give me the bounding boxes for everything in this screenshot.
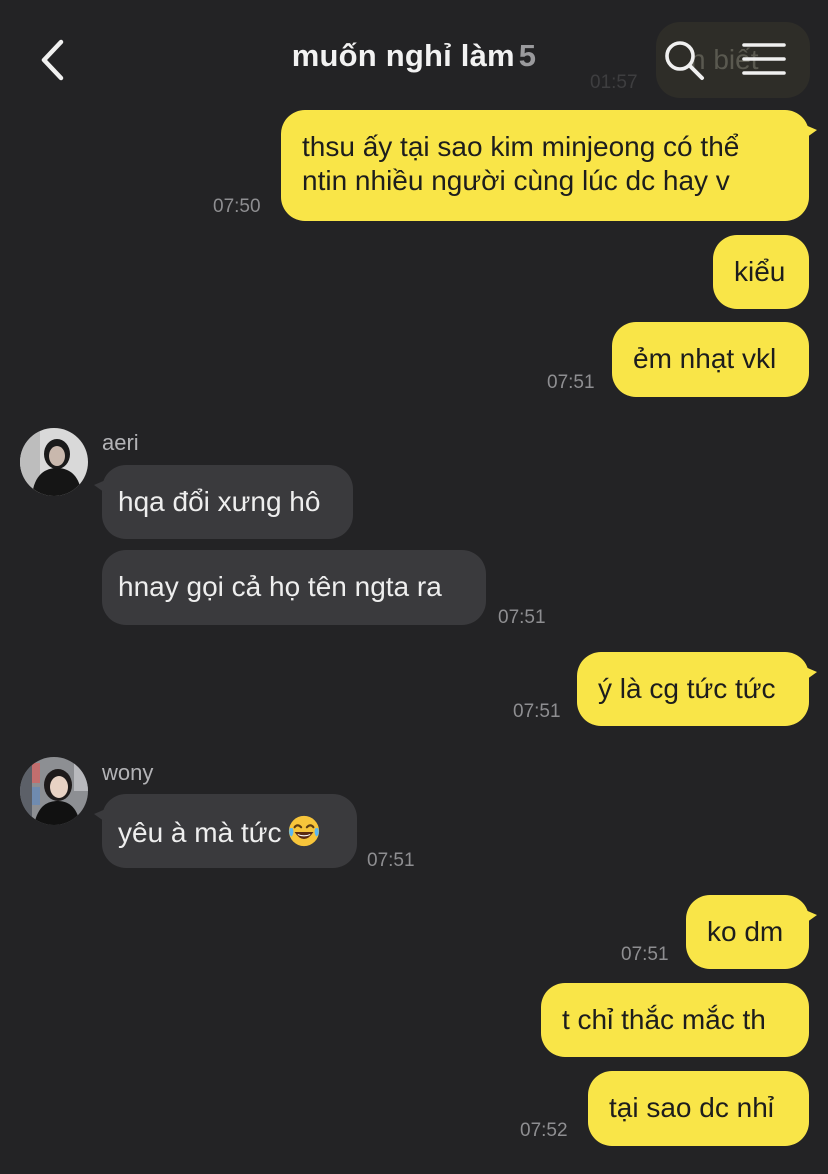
message-text-line: ntin nhiều người cùng lúc dc hay v bbox=[302, 165, 730, 196]
message-timestamp: 07:50 bbox=[213, 196, 261, 217]
message-text: yêu à mà tức bbox=[118, 817, 282, 848]
search-icon[interactable] bbox=[662, 38, 706, 82]
message-text: hqa đổi xưng hô bbox=[118, 486, 321, 517]
message-text: kiểu bbox=[734, 256, 786, 287]
face-with-tears-of-joy-icon bbox=[289, 815, 320, 847]
message-bubble-incoming[interactable]: hnay gọi cả họ tên ngta ra bbox=[102, 550, 486, 625]
message-bubble-incoming[interactable]: yêu à mà tức bbox=[94, 794, 357, 868]
message-bubble-incoming[interactable]: hqa đổi xưng hô bbox=[94, 465, 353, 539]
message-bubble-outgoing[interactable]: ý là cg tức tức bbox=[577, 652, 817, 726]
profile-photo bbox=[20, 757, 88, 825]
sender-name: aeri bbox=[102, 430, 139, 455]
member-count: 5 bbox=[518, 38, 537, 73]
message-timestamp: 07:51 bbox=[367, 850, 415, 871]
message-timestamp: 07:51 bbox=[513, 701, 561, 722]
message-text: hnay gọi cả họ tên ngta ra bbox=[118, 571, 442, 602]
avatar-wony[interactable] bbox=[20, 757, 88, 825]
message-bubble-outgoing[interactable]: ko dm bbox=[686, 895, 817, 969]
message-timestamp: 07:51 bbox=[498, 607, 546, 628]
message-bubble-outgoing[interactable]: t chỉ thắc mắc th bbox=[541, 983, 809, 1057]
avatar-aeri[interactable] bbox=[20, 428, 88, 496]
message-bubble-outgoing[interactable]: thsu ấy tại sao kim minjeong có thể ntin… bbox=[281, 110, 817, 221]
message-bubble-outgoing[interactable]: kiểu bbox=[713, 235, 809, 309]
message-text-line: thsu ấy tại sao kim minjeong có thể bbox=[302, 131, 740, 162]
message-timestamp: 07:51 bbox=[547, 372, 595, 393]
scrolled-message-time: 01:57 bbox=[590, 72, 638, 93]
message-text: ẻm nhạt vkl bbox=[633, 343, 777, 374]
chat-header: n biết 01:57 muốn nghỉ làm 5 bbox=[0, 0, 828, 118]
profile-photo bbox=[20, 428, 88, 496]
message-bubble-outgoing[interactable]: tại sao dc nhỉ bbox=[588, 1071, 809, 1146]
hamburger-menu-icon[interactable] bbox=[740, 40, 788, 80]
message-text: ko dm bbox=[707, 916, 784, 947]
message-text: ý là cg tức tức bbox=[598, 673, 776, 704]
chat-room-name: muốn nghỉ làm bbox=[291, 38, 515, 73]
message-text: t chỉ thắc mắc th bbox=[562, 1004, 766, 1035]
message-bubble-outgoing[interactable]: ẻm nhạt vkl bbox=[612, 322, 809, 397]
sender-name: wony bbox=[102, 760, 154, 785]
message-text: tại sao dc nhỉ bbox=[609, 1092, 774, 1123]
message-timestamp: 07:52 bbox=[520, 1120, 568, 1141]
message-timestamp: 07:51 bbox=[621, 944, 669, 965]
